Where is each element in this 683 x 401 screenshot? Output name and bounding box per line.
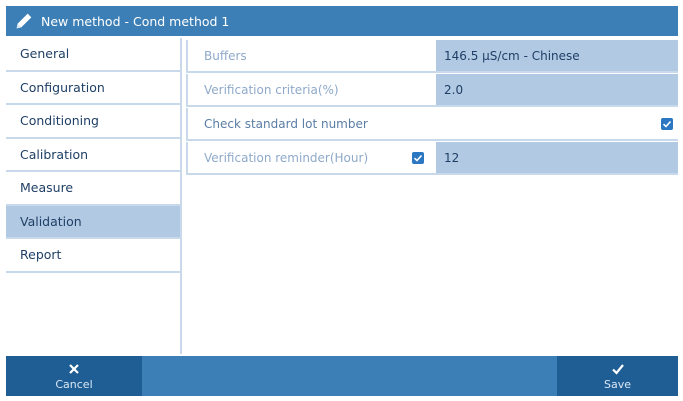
verification-reminder-label: Verification reminder(Hour) [204,150,369,165]
footer-bar: Cancel Save [6,356,678,396]
check-icon [662,120,672,128]
method-editor-window: New method - Cond method 1 General Confi… [0,0,683,401]
check-icon [611,363,624,375]
save-button[interactable]: Save [557,356,678,396]
verification-reminder-row: Verification reminder(Hour) 12 [186,142,678,175]
sidebar-item-report[interactable]: Report [6,239,180,273]
verification-criteria-value[interactable]: 2.0 [436,74,678,105]
buffers-row: Buffers 146.5 µS/cm - Chinese [186,40,678,73]
check-lot-row: Check standard lot number [186,108,678,141]
sidebar-item-conditioning[interactable]: Conditioning [6,105,180,139]
check-icon [413,154,423,162]
save-label: Save [603,377,631,391]
verification-criteria-row: Verification criteria(%) 2.0 [186,74,678,107]
close-icon [69,363,79,374]
sidebar-item-general[interactable]: General [6,38,180,72]
window-title: New method - Cond method 1 [41,13,230,29]
buffers-value[interactable]: 146.5 µS/cm - Chinese [436,40,678,71]
check-lot-checkbox[interactable] [661,117,673,130]
cancel-button[interactable]: Cancel [6,356,142,396]
sidebar-item-calibration[interactable]: Calibration [6,139,180,172]
title-bar: New method - Cond method 1 [6,6,678,36]
verification-reminder-checkbox[interactable] [412,151,424,164]
cancel-label: Cancel [55,377,93,391]
verification-reminder-value[interactable]: 12 [436,142,678,173]
pencil-icon [16,13,32,29]
check-lot-label: Check standard lot number [186,108,656,139]
sidebar-item-measure[interactable]: Measure [6,172,180,206]
verification-reminder-label-cell: Verification reminder(Hour) [186,142,436,173]
sidebar-item-configuration[interactable]: Configuration [6,72,180,105]
validation-panel: Buffers 146.5 µS/cm - Chinese Verificati… [186,40,678,354]
verification-criteria-label: Verification criteria(%) [186,74,436,105]
sidebar: General Configuration Conditioning Calib… [6,38,182,354]
sidebar-item-validation[interactable]: Validation [6,205,180,239]
buffers-label: Buffers [186,40,436,71]
